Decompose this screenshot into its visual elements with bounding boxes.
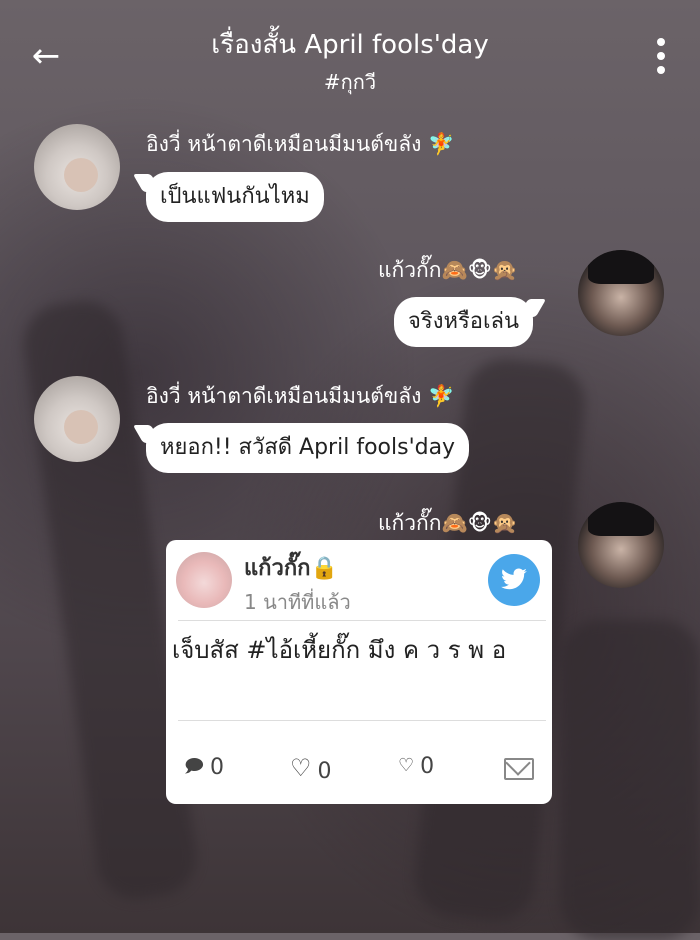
reply-count: 0	[209, 755, 224, 780]
tweet-timestamp: 1 นาทีที่แล้ว	[244, 590, 351, 614]
small-heart-icon: ♡	[398, 755, 415, 776]
tweet-stats: 🗩 0 ♡ 0 ♡ 0	[166, 746, 552, 792]
receiver-name: แก้วกั๊ก🙈🐵🙊	[378, 511, 519, 535]
sender-name: อิงวี่ หน้าตาดีเหมือนมีมนต์ขลัง 🧚	[146, 384, 455, 408]
like-count: 0	[317, 759, 332, 784]
sender-avatar[interactable]	[34, 376, 120, 462]
heart-icon: ♡	[290, 754, 312, 782]
receiver-avatar[interactable]	[578, 502, 664, 588]
chat-hashtag: #กุกวี	[323, 70, 377, 94]
reply-icon: 🗩	[184, 756, 204, 777]
background-figure	[560, 620, 700, 940]
tweet-author-avatar[interactable]	[176, 552, 232, 608]
more-options-icon[interactable]	[656, 38, 666, 80]
receiver-avatar[interactable]	[578, 250, 664, 336]
message-bubble[interactable]: จริงหรือเล่น	[394, 297, 534, 347]
tweet-author-name[interactable]: แก้วกั๊ก🔒	[244, 550, 338, 585]
small-like-stat[interactable]: ♡ 0	[398, 754, 434, 779]
sender-avatar[interactable]	[34, 124, 120, 210]
reply-stat[interactable]: 🗩 0	[184, 754, 224, 784]
twitter-bird-icon[interactable]	[488, 554, 540, 606]
like-stat[interactable]: ♡ 0	[290, 754, 332, 784]
mail-icon[interactable]	[504, 758, 534, 780]
card-divider	[178, 620, 546, 621]
chat-title: เรื่องสั้น April fools'day	[211, 30, 489, 60]
small-like-count: 0	[420, 754, 435, 779]
chat-header: ← เรื่องสั้น April fools'day #กุกวี	[0, 0, 700, 110]
tweet-card[interactable]: แก้วกั๊ก🔒 1 นาทีที่แล้ว เจ็บสัส #ไอ้เหี้…	[166, 540, 552, 804]
sender-name: อิงวี่ หน้าตาดีเหมือนมีมนต์ขลัง 🧚	[146, 132, 455, 156]
message-bubble[interactable]: เป็นแฟนกันไหม	[146, 172, 324, 222]
receiver-name: แก้วกั๊ก🙈🐵🙊	[378, 258, 519, 282]
card-divider	[178, 720, 546, 721]
message-bubble[interactable]: หยอก!! สวัสดี April fools'day	[146, 423, 470, 473]
tweet-text: เจ็บสัส #ไอ้เหี้ยกั๊ก มึง ค ว ร พ อ	[172, 636, 507, 664]
